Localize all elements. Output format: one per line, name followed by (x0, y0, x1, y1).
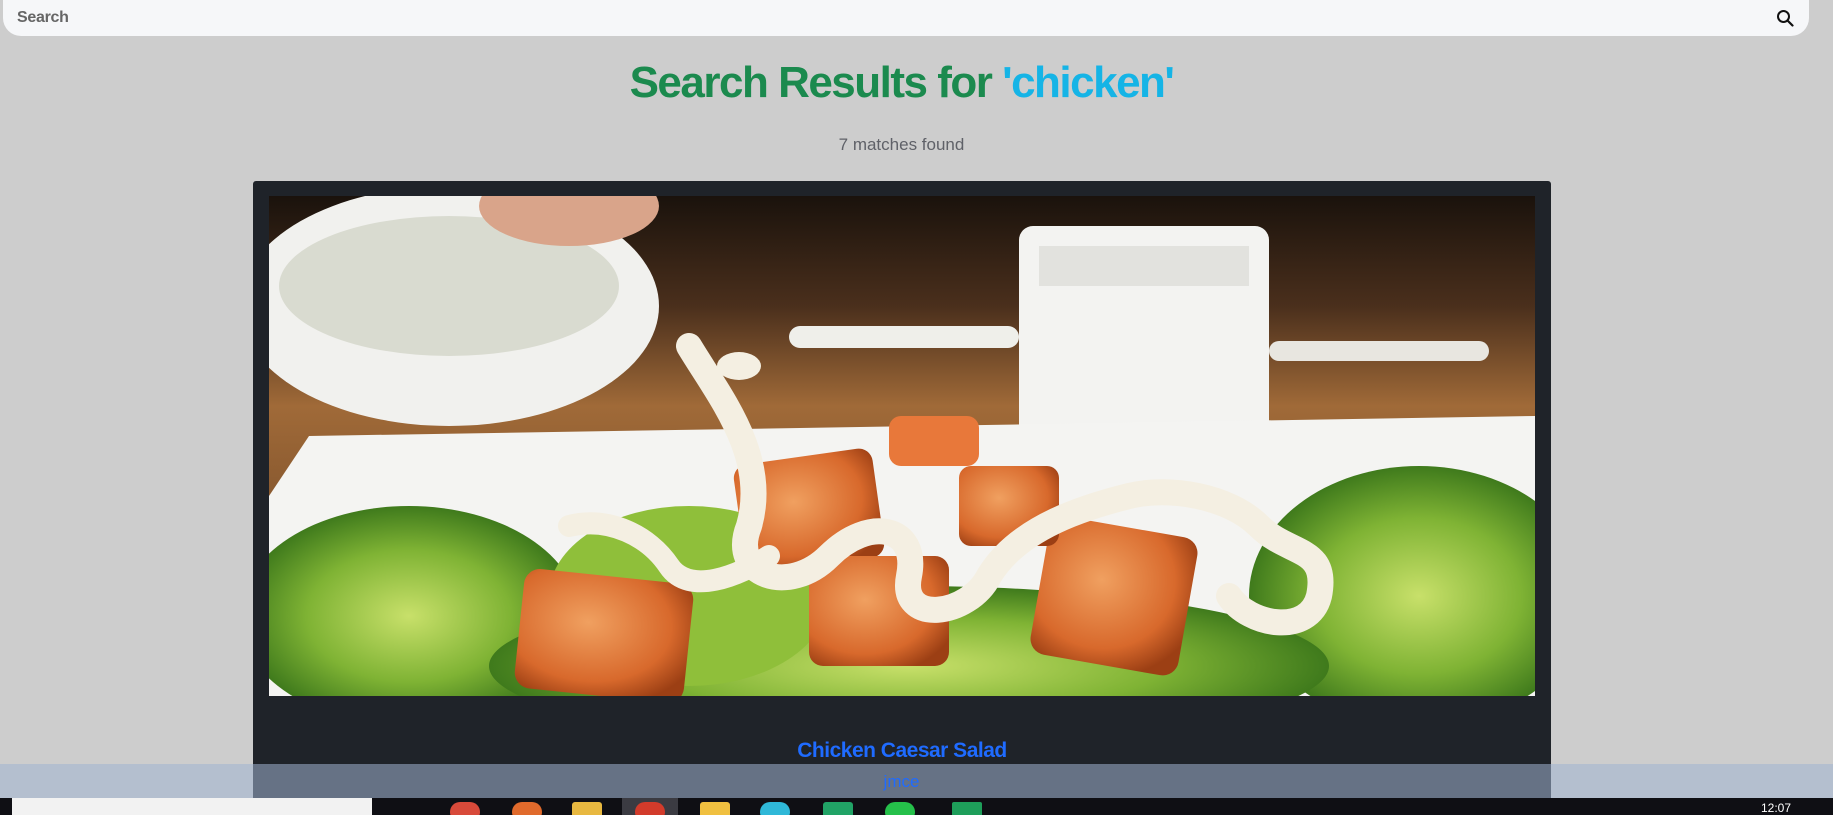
taskbar-search-box[interactable] (12, 798, 372, 815)
taskbar-app-icon[interactable] (823, 802, 853, 815)
match-count: 7 matches found (838, 135, 965, 154)
taskbar-app-icon[interactable] (635, 802, 665, 815)
taskbar-app-icon[interactable] (700, 802, 730, 815)
folder-icon[interactable] (572, 802, 602, 815)
title-prefix: Search Results for (629, 58, 1003, 107)
page-title: Search Results for 'chicken' (0, 58, 1803, 108)
recipe-author-link[interactable]: jmce (0, 772, 1803, 792)
taskbar-app-icon[interactable] (512, 802, 542, 815)
taskbar: 12:07 (0, 798, 1833, 815)
taskbar-clock: 12:07 (1760, 801, 1791, 815)
recipe-title-link[interactable]: Chicken Caesar Salad (253, 739, 1551, 763)
taskbar-app-icon[interactable] (885, 802, 915, 815)
recipe-image[interactable] (269, 196, 1535, 696)
search-icon[interactable] (1773, 6, 1797, 30)
search-bar (3, 0, 1809, 36)
search-query: 'chicken' (1002, 58, 1175, 107)
taskbar-app-icon[interactable] (450, 802, 480, 815)
taskbar-app-icon[interactable] (760, 802, 790, 815)
search-input[interactable] (15, 8, 1719, 28)
taskbar-app-icon[interactable] (952, 802, 982, 815)
recipe-card[interactable]: Chicken Caesar Salad (253, 181, 1551, 815)
